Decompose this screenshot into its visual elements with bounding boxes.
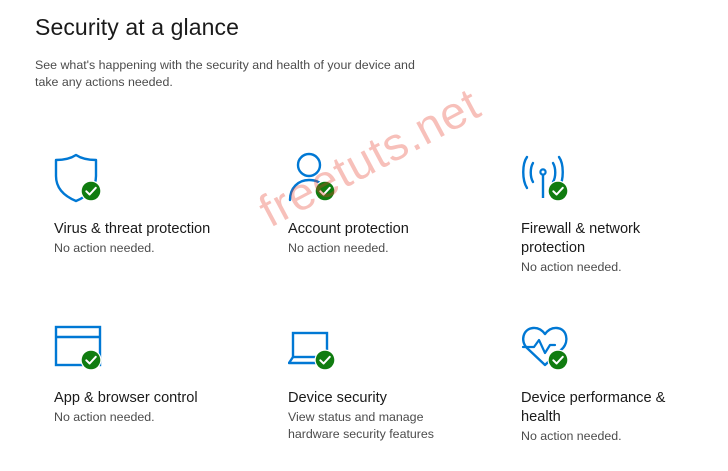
check-badge-icon (80, 180, 102, 202)
tile-title: Account protection (288, 221, 409, 237)
tile-title: Device performance & health (521, 390, 666, 425)
tile-app-browser-control[interactable]: App & browser control No action needed. (54, 321, 244, 426)
tile-title: App & browser control (54, 390, 198, 406)
tile-device-performance-health[interactable]: Device performance & health No action ne… (521, 321, 691, 445)
tile-title: Device security (288, 390, 387, 406)
tile-title: Virus & threat protection (54, 221, 211, 237)
person-icon (288, 152, 348, 208)
check-badge-icon (314, 349, 336, 371)
laptop-icon (288, 321, 348, 377)
check-badge-icon (80, 349, 102, 371)
page-description: See what's happening with the security a… (35, 58, 415, 89)
heart-pulse-icon (521, 321, 581, 377)
antenna-icon (521, 152, 581, 208)
check-badge-icon (314, 180, 336, 202)
tile-status: No action needed. (288, 241, 389, 255)
tile-virus-threat-protection[interactable]: Virus & threat protection No action need… (54, 152, 244, 257)
tile-device-security[interactable]: Device security View status and manage h… (288, 321, 468, 443)
browser-window-icon (54, 321, 114, 377)
check-badge-icon (547, 180, 569, 202)
tile-title: Firewall & network protection (521, 221, 641, 256)
tile-firewall-network-protection[interactable]: Firewall & network protection No action … (521, 152, 691, 276)
check-badge-icon (547, 349, 569, 371)
tile-status: No action needed. (54, 241, 155, 255)
tile-status: View status and manage hardware security… (288, 410, 435, 441)
tile-status: No action needed. (54, 410, 155, 424)
tile-status: No action needed. (521, 429, 622, 443)
shield-icon (54, 152, 114, 208)
tile-account-protection[interactable]: Account protection No action needed. (288, 152, 478, 257)
tile-status: No action needed. (521, 260, 622, 274)
page-title: Security at a glance (35, 14, 240, 40)
